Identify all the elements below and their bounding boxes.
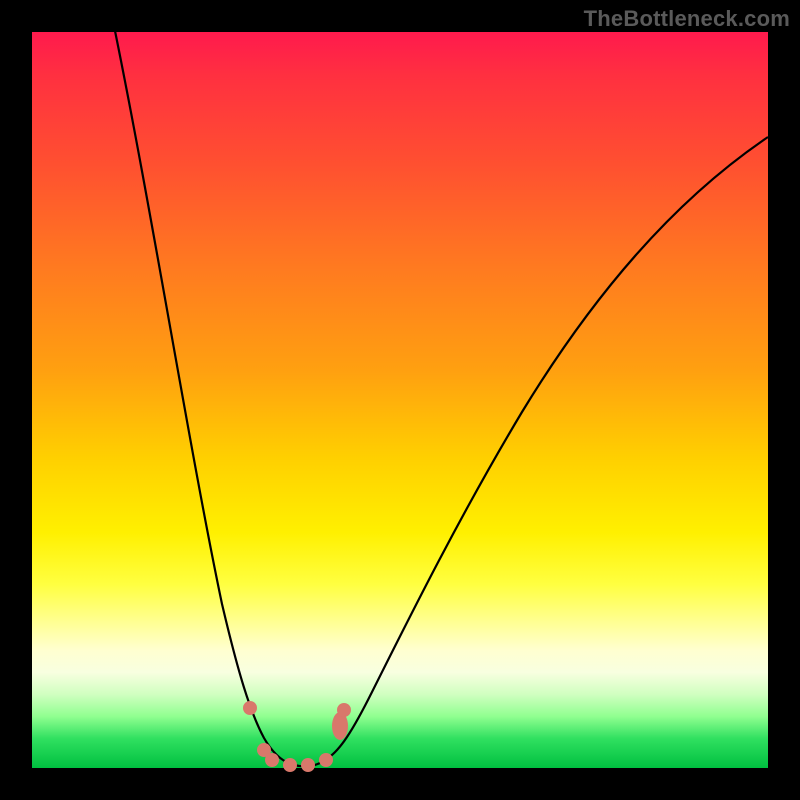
chart-frame: TheBottleneck.com	[0, 0, 800, 800]
data-dot	[337, 703, 351, 717]
chart-svg	[32, 32, 768, 768]
curve-right	[328, 137, 768, 758]
watermark-text: TheBottleneck.com	[584, 6, 790, 32]
plot-area	[32, 32, 768, 768]
data-dot	[243, 701, 257, 715]
bottleneck-curve	[114, 26, 768, 766]
data-dot	[265, 753, 279, 767]
data-dots	[243, 701, 351, 772]
data-dot	[283, 758, 297, 772]
data-dot	[319, 753, 333, 767]
data-dot	[301, 758, 315, 772]
curve-left	[114, 26, 328, 766]
